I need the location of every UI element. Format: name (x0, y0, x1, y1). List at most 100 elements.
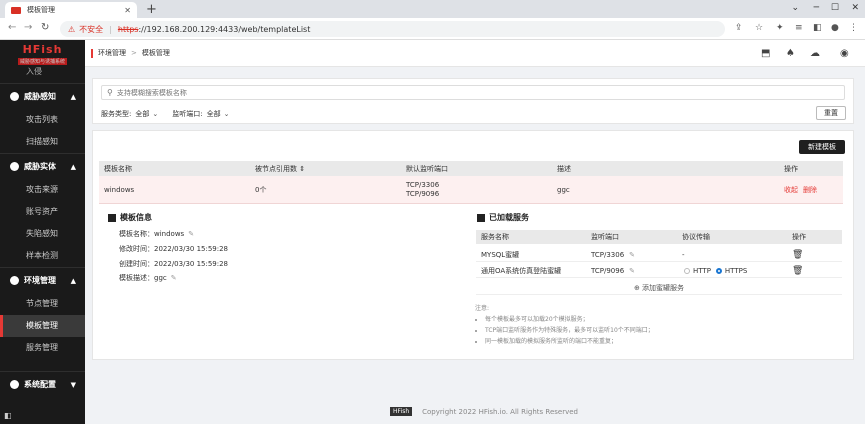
group-label: 威胁实体 (24, 161, 56, 171)
back-icon[interactable]: ← (8, 22, 16, 33)
protocol-radio-group: HTTP HTTPS (684, 264, 747, 277)
sidebar-item-account-assets[interactable]: 账号资产 (0, 201, 85, 223)
service-protocol: - (682, 250, 685, 259)
sidebar-item-template-management[interactable]: 模板管理 (0, 315, 85, 337)
trash-icon[interactable]: 🗑 (792, 264, 803, 277)
reload-icon[interactable]: ↻ (41, 22, 49, 33)
minimize-icon[interactable]: ─ (814, 3, 819, 13)
https-label: HTTPS (724, 266, 748, 275)
chat-icon[interactable]: ☁ (810, 48, 820, 59)
table-row[interactable]: windows 0个 TCP/3306 TCP/9096 ggc 收起 删除 (99, 176, 843, 204)
filter-card: ⚲ 服务类型: 全部 ⌄ 监听端口: 全部 ⌄ 重置 (92, 78, 854, 124)
group-label: 系统配置 (24, 379, 56, 389)
notes: 注意: 每个模板最多可以加载20个模拟服务； TCP端口监听服务作为特殊服务，最… (475, 303, 654, 347)
collapse-sidebar-icon[interactable]: ◧ (4, 411, 12, 420)
chevron-down-icon[interactable]: ⌄ (224, 110, 230, 118)
row-description: ggc (557, 185, 570, 194)
col-service-ops: 操作 (792, 233, 806, 241)
col-default-ports: 默认监听端口 (406, 164, 448, 173)
edit-pencil-icon[interactable]: ✎ (629, 267, 635, 275)
service-name: MYSQL蜜罐 (481, 250, 520, 259)
edit-pencil-icon[interactable]: ✎ (188, 230, 194, 238)
add-service-button[interactable]: ⊕ 添加蜜罐服务 (476, 283, 842, 295)
forward-icon[interactable]: → (24, 22, 32, 33)
services-table-header: 服务名称 监听端口 协议传输 操作 (476, 230, 842, 244)
hfish-favicon-icon (11, 6, 21, 14)
col-operations: 操作 (784, 164, 798, 173)
sidebar-item-attack-source[interactable]: 攻击来源 (0, 179, 85, 201)
chevron-up-icon: ▲ (70, 276, 76, 285)
search-input[interactable] (116, 88, 717, 97)
reset-button[interactable]: 重置 (816, 106, 846, 120)
port-select[interactable]: 全部 (207, 109, 221, 119)
user-avatar-icon[interactable]: ◉ (840, 48, 849, 59)
service-type-select[interactable]: 全部 (135, 109, 149, 119)
sidebar-item-compromise[interactable]: 失陷感知 (0, 223, 85, 245)
add-service-label: 添加蜜罐服务 (642, 284, 685, 292)
sidebar-item-sample-detection[interactable]: 样本检测 (0, 245, 85, 267)
service-name: 通用OA系统仿真登陆蜜罐 (481, 266, 562, 275)
new-template-button[interactable]: 新建模板 (799, 140, 845, 154)
sidebar-item-node-management[interactable]: 节点管理 (0, 293, 85, 315)
new-tab-icon[interactable]: + (146, 2, 157, 17)
search-box[interactable]: ⚲ (101, 85, 845, 100)
sidebar-item-scan-perception[interactable]: 扫描感知 (0, 131, 85, 153)
col-ref-count[interactable]: 被节点引用数 ⇕ (255, 161, 305, 176)
extensions-icon[interactable]: ✦ (776, 23, 784, 33)
threat-entity-icon (10, 162, 19, 171)
close-tab-icon[interactable]: ✕ (124, 6, 131, 15)
profile-icon[interactable]: ● (831, 23, 839, 33)
maximize-icon[interactable]: ☐ (831, 3, 839, 13)
sidebar-group-threat-perception[interactable]: 威胁感知 ▲ (0, 83, 85, 109)
sidebar-item-intrusion[interactable]: 入侵 (0, 67, 85, 83)
service-port-value: TCP/9096 (591, 266, 625, 275)
collapse-link[interactable]: 收起 (784, 185, 798, 195)
logo: HFish 威胁感知与诱捕系统 (0, 40, 85, 67)
sidebar-group-threat-entity[interactable]: 威胁实体 ▲ (0, 153, 85, 179)
breadcrumb-environment[interactable]: 环境管理 (98, 48, 126, 58)
row-port: TCP/9096 (406, 189, 440, 198)
chevron-down-icon[interactable]: ⌄ (152, 110, 158, 118)
trash-icon[interactable]: 🗑 (792, 248, 803, 261)
edit-pencil-icon[interactable]: ✎ (629, 251, 635, 259)
template-name-field: 模板名称： windows ✎ (119, 229, 194, 239)
breadcrumb-template: 模板管理 (141, 49, 170, 57)
service-port: TCP/3306 ✎ (591, 248, 635, 261)
close-window-icon[interactable]: ✕ (851, 3, 859, 13)
sidebar-item-service-management[interactable]: 服务管理 (0, 337, 85, 359)
col-listen-port: 监听端口 (591, 233, 619, 241)
delete-link[interactable]: 删除 (803, 185, 817, 195)
url-field[interactable]: ⚠ 不安全 | https ://192.168.200.129:4433/we… (60, 21, 725, 37)
bookmark-star-icon[interactable]: ☆ (755, 23, 763, 33)
note-item: 每个模板最多可以加载20个模拟服务； (485, 314, 654, 325)
environment-icon (10, 276, 19, 285)
template-desc-field: 模板描述： ggc ✎ (119, 273, 177, 283)
table-header: 模板名称 被节点引用数 ⇕ 默认监听端口 描述 操作 (99, 161, 843, 176)
sidebar-group-system-config[interactable]: 系统配置 ▼ (0, 371, 85, 397)
share-icon[interactable]: ⇪ (735, 23, 743, 33)
field-value: windows (154, 230, 185, 238)
menu-icon[interactable]: ⋮ (849, 23, 858, 33)
loaded-services-title: 已加载服务 (477, 212, 529, 223)
browser-tab[interactable]: 模板管理 ✕ (5, 2, 137, 18)
side-panel-icon[interactable]: ◧ (813, 23, 822, 33)
field-value: ggc (154, 274, 167, 282)
edit-pencil-icon[interactable]: ✎ (171, 274, 177, 282)
http-radio[interactable] (684, 267, 690, 274)
field-label: 创建时间： (119, 260, 154, 268)
col-service-name: 服务名称 (481, 233, 509, 241)
download-icon[interactable]: ⬒ (761, 48, 770, 59)
col-template-name: 模板名称 (104, 164, 132, 173)
brand-name: HFish (22, 43, 63, 56)
sidebar-item-attack-list[interactable]: 攻击列表 (0, 109, 85, 131)
sidebar-group-environment[interactable]: 环境管理 ▲ (0, 267, 85, 293)
notification-bell-icon[interactable]: ♠ (786, 48, 795, 59)
service-port-value: TCP/3306 (591, 250, 625, 259)
template-info-title: 模板信息 (108, 212, 152, 223)
service-row: 通用OA系统仿真登陆蜜罐 TCP/9096 ✎ HTTP HTTPS 🗑 (476, 264, 842, 278)
security-label: 不安全 (79, 24, 104, 34)
breadcrumb-separator: > (131, 49, 137, 57)
https-radio[interactable] (715, 267, 722, 274)
media-icon[interactable]: ≡ (795, 23, 803, 33)
tab-search-icon[interactable]: ⌄ (791, 3, 799, 13)
